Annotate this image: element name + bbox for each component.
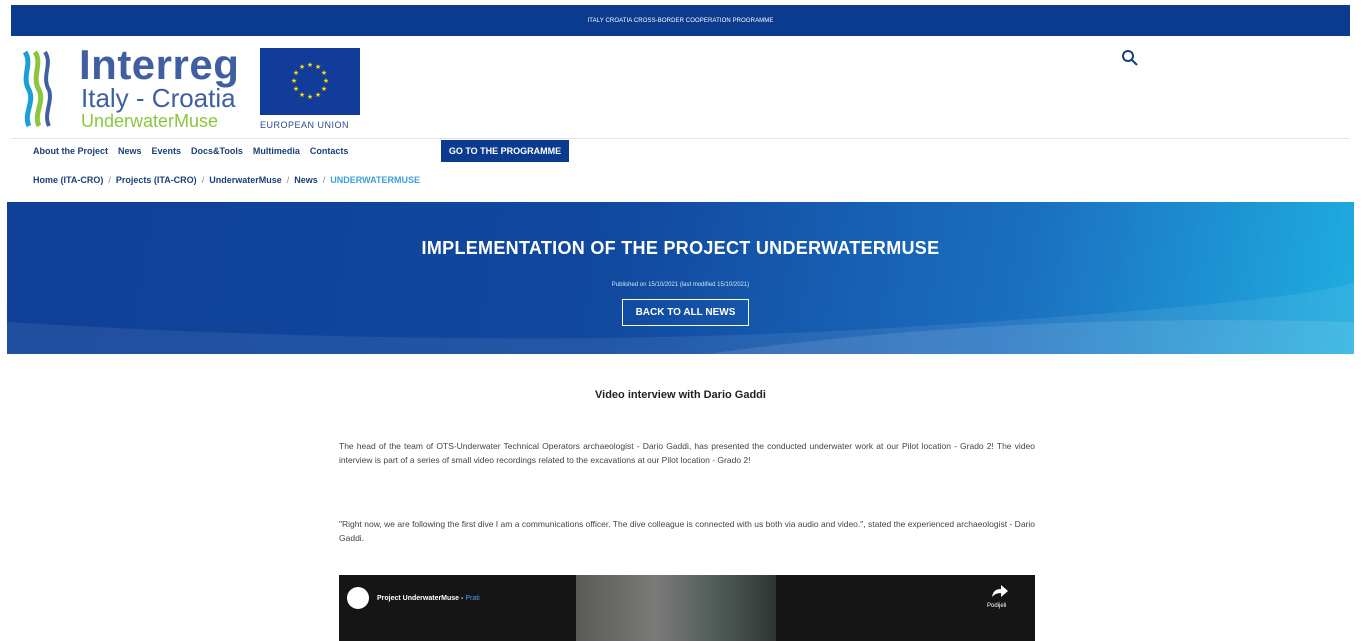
article-paragraph: The head of the team of OTS-Underwater T… <box>339 441 1035 465</box>
breadcrumb-separator: / <box>108 175 111 185</box>
svg-text:★: ★ <box>307 61 313 69</box>
nav-contacts[interactable]: Contacts <box>310 146 349 156</box>
logo-subtitle: Italy - Croatia <box>81 83 236 113</box>
video-player[interactable]: Project UnderwaterMuse - Prati Podijeli <box>339 575 1035 641</box>
channel-avatar[interactable] <box>347 587 369 609</box>
share-icon[interactable] <box>992 585 1008 597</box>
site-header: Interreg Italy - Croatia UnderwaterMuse … <box>11 36 1350 139</box>
follow-link[interactable]: Prati <box>465 595 479 602</box>
nav-docs-tools[interactable]: Docs&Tools <box>191 146 243 156</box>
svg-text:★: ★ <box>299 91 305 99</box>
nav-about[interactable]: About the Project <box>33 146 108 156</box>
article-title: Video interview with Dario Gaddi <box>595 389 766 401</box>
svg-text:★: ★ <box>293 85 299 93</box>
hero-banner: IMPLEMENTATION OF THE PROJECT UNDERWATER… <box>7 202 1354 354</box>
nav-news[interactable]: News <box>118 146 142 156</box>
breadcrumb: Home (ITA-CRO) / Projects (ITA-CRO) / Unde… <box>33 175 420 185</box>
breadcrumb-current: UNDERWATERMUSE <box>330 175 420 185</box>
svg-text:★: ★ <box>307 93 313 101</box>
project-name: UnderwaterMuse <box>81 111 219 131</box>
breadcrumb-home[interactable]: Home (ITA-CRO) <box>33 175 103 185</box>
breadcrumb-projects[interactable]: Projects (ITA-CRO) <box>116 175 197 185</box>
page-title: IMPLEMENTATION OF THE PROJECT UNDERWATER… <box>421 238 940 258</box>
channel-name: Project UnderwaterMuse <box>377 595 460 602</box>
eu-flag-icon: ★ ★★★ ★★★★ ★★★★ <box>260 48 360 115</box>
breadcrumb-news[interactable]: News <box>294 175 318 185</box>
svg-text:★: ★ <box>291 77 297 85</box>
nav-events[interactable]: Events <box>152 146 182 156</box>
nav-multimedia[interactable]: Multimedia <box>253 146 300 156</box>
share-label[interactable]: Podijeli <box>987 603 1006 609</box>
published-date: Published on 15/10/2021 (last modified 1… <box>611 282 750 288</box>
interreg-logo-title[interactable]: Interreg <box>79 44 239 86</box>
main-nav: About the Project News Events Docs&Tools… <box>33 140 358 162</box>
breadcrumb-separator: / <box>322 175 326 185</box>
back-to-news-button[interactable]: BACK TO ALL NEWS <box>622 299 749 326</box>
article-paragraph: "Right now, we are following the first d… <box>339 519 1035 543</box>
top-banner: ITALY CROATIA CROSS-BORDER COOPERATION P… <box>11 5 1350 36</box>
svg-text:★: ★ <box>321 85 327 93</box>
svg-text:★: ★ <box>299 63 305 71</box>
video-channel-title[interactable]: Project UnderwaterMuse - Prati <box>377 595 480 602</box>
search-icon[interactable] <box>1121 49 1139 67</box>
go-to-programme-button[interactable]: GO TO THE PROGRAMME <box>441 140 569 162</box>
hero-wave-background <box>7 282 1354 354</box>
svg-text:★: ★ <box>321 69 327 77</box>
breadcrumb-separator: / <box>201 175 205 185</box>
svg-text:★: ★ <box>315 91 321 99</box>
waves-logo-icon <box>22 50 52 128</box>
programme-banner-text: ITALY CROATIA CROSS-BORDER COOPERATION P… <box>587 17 774 24</box>
breadcrumb-separator: / <box>286 175 290 185</box>
breadcrumb-project[interactable]: UnderwaterMuse <box>209 175 282 185</box>
eu-label: EUROPEAN UNION <box>260 120 350 130</box>
video-thumbnail <box>576 575 776 641</box>
svg-text:★: ★ <box>323 77 329 85</box>
